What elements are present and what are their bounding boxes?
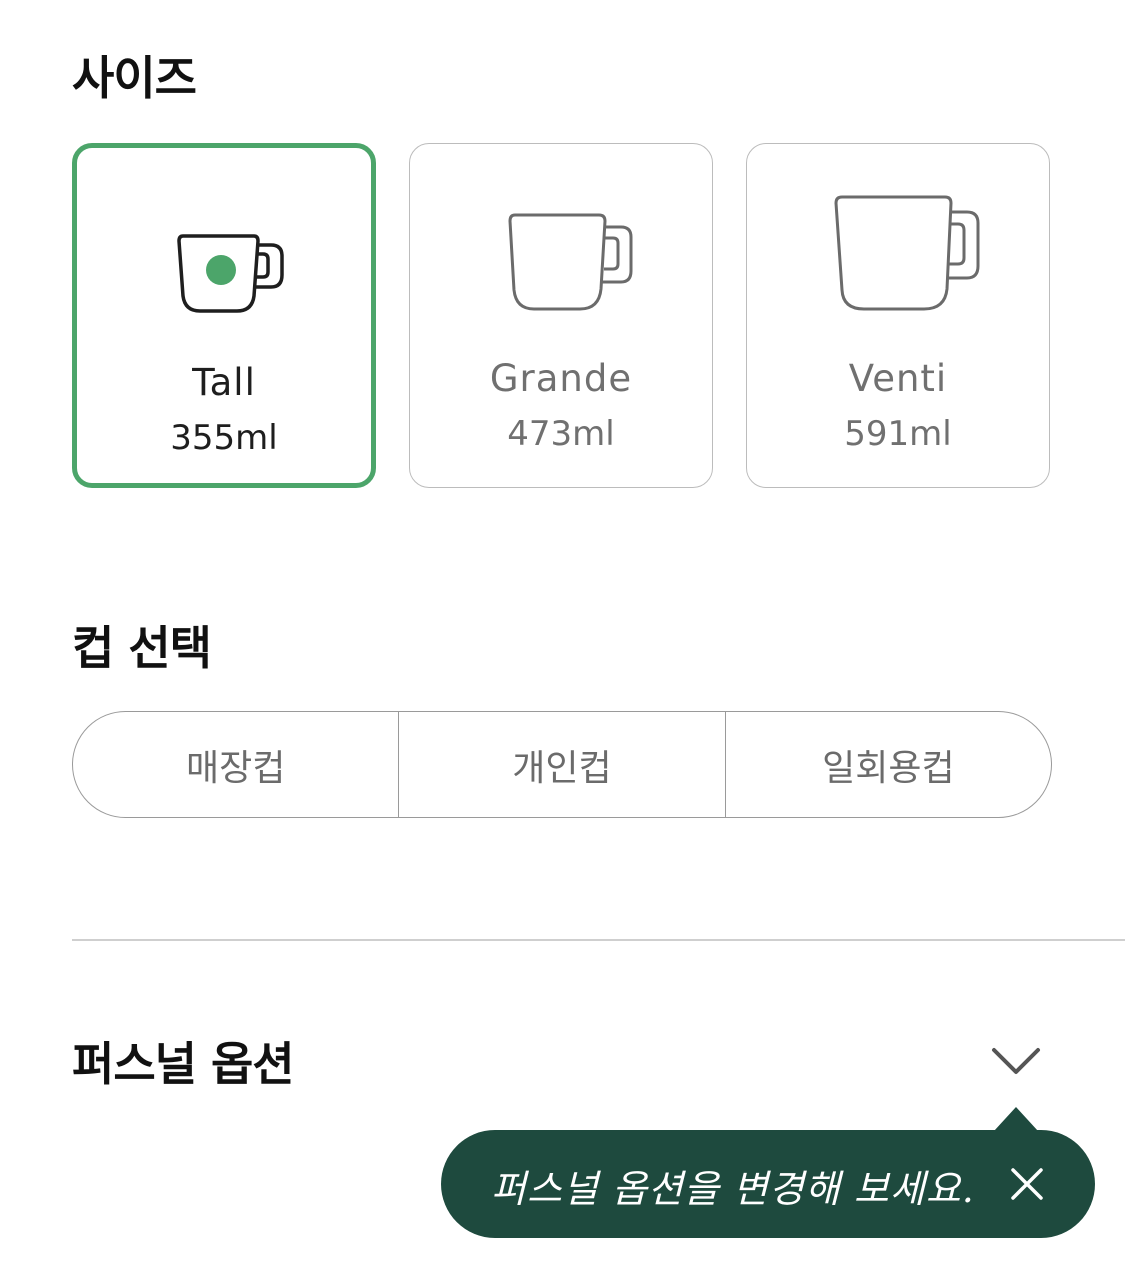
size-name: Tall <box>192 361 256 404</box>
size-name: Grande <box>489 357 633 400</box>
cup-selector: 매장컵 개인컵 일회용컵 <box>72 711 1052 818</box>
size-volume: 473ml <box>507 414 615 454</box>
size-name: Venti <box>848 357 948 400</box>
personal-option-toggle[interactable]: 퍼스널 옵션 <box>72 1020 1052 1110</box>
section-divider <box>72 939 1125 941</box>
tooltip-arrow <box>994 1107 1038 1131</box>
size-volume: 591ml <box>844 414 952 454</box>
size-option-tall[interactable]: Tall 355ml <box>72 143 376 488</box>
size-section-title: 사이즈 <box>72 51 197 105</box>
tooltip-text: 퍼스널 옵션을 변경해 보세요. <box>491 1167 975 1211</box>
size-option-venti[interactable]: Venti 591ml <box>746 143 1050 488</box>
size-option-grande[interactable]: Grande 473ml <box>409 143 713 488</box>
chevron-down-icon[interactable] <box>988 1042 1044 1082</box>
cup-option-personal[interactable]: 개인컵 <box>398 712 724 817</box>
cup-option-disposable[interactable]: 일회용컵 <box>724 712 1051 817</box>
cup-section-title: 컵 선택 <box>72 621 212 675</box>
personal-option-tooltip: 퍼스널 옵션을 변경해 보세요. <box>441 1130 1095 1238</box>
size-volume: 355ml <box>170 418 278 458</box>
cup-option-store[interactable]: 매장컵 <box>73 712 398 817</box>
personal-option-title: 퍼스널 옵션 <box>72 1037 295 1091</box>
close-icon[interactable] <box>1007 1164 1047 1204</box>
